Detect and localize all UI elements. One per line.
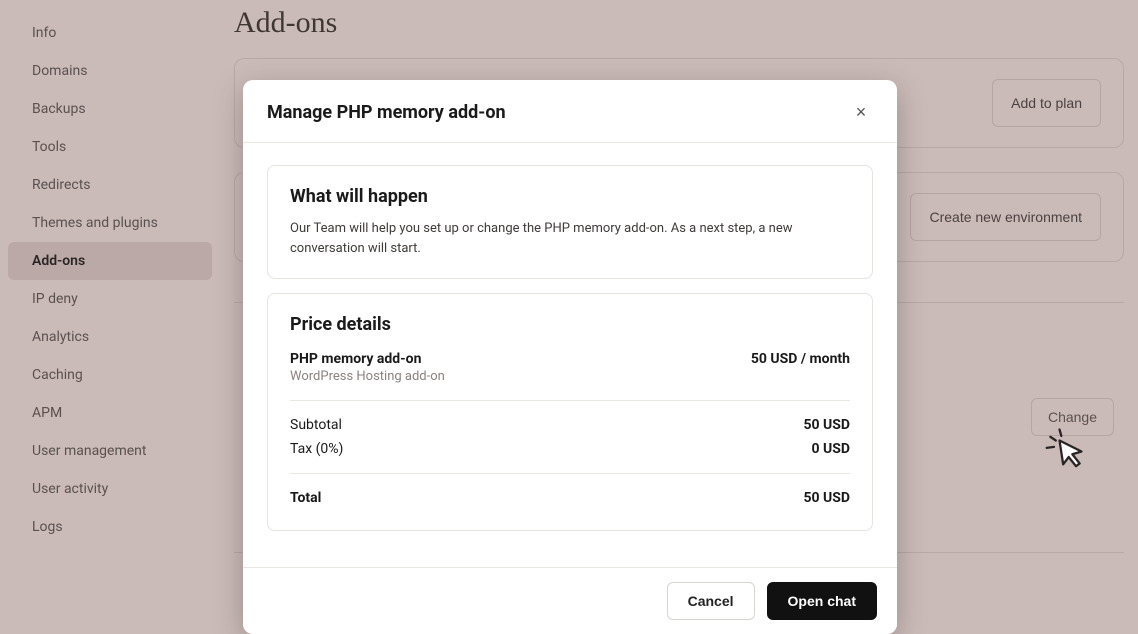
create-env-button[interactable]: Create new environment (910, 193, 1101, 241)
sidebar-item-analytics[interactable]: Analytics (8, 318, 212, 356)
price-item-name: PHP memory add-on (290, 351, 445, 367)
price-details-title: Price details (290, 314, 850, 335)
sidebar-item-redirects[interactable]: Redirects (8, 166, 212, 204)
manage-addon-modal: Manage PHP memory add-on × What will hap… (243, 80, 897, 634)
sidebar-item-themes-plugins[interactable]: Themes and plugins (8, 204, 212, 242)
sidebar-item-backups[interactable]: Backups (8, 90, 212, 128)
cursor-click-icon (1043, 424, 1087, 468)
tax-row: Tax (0%) 0 USD (290, 437, 850, 461)
sidebar-item-domains[interactable]: Domains (8, 52, 212, 90)
open-chat-button[interactable]: Open chat (767, 582, 877, 620)
total-label: Total (290, 490, 321, 506)
sidebar-item-info[interactable]: Info (8, 14, 212, 52)
sidebar-item-caching[interactable]: Caching (8, 356, 212, 394)
what-will-happen-title: What will happen (290, 186, 850, 207)
subtotal-value: 50 USD (804, 417, 851, 433)
total-row: Total 50 USD (290, 486, 850, 510)
price-item-value: 50 USD / month (751, 351, 850, 367)
price-divider-1 (290, 400, 850, 401)
price-divider-2 (290, 473, 850, 474)
sidebar-item-tools[interactable]: Tools (8, 128, 212, 166)
add-to-plan-button[interactable]: Add to plan (992, 79, 1101, 127)
total-value: 50 USD (804, 490, 851, 506)
modal-body: What will happen Our Team will help you … (243, 143, 897, 567)
sidebar-item-logs[interactable]: Logs (8, 508, 212, 546)
modal-title: Manage PHP memory add-on (267, 102, 506, 123)
price-item-row: PHP memory add-on WordPress Hosting add-… (290, 347, 850, 388)
modal-footer: Cancel Open chat (243, 567, 897, 634)
what-will-happen-card: What will happen Our Team will help you … (267, 165, 873, 279)
sidebar: Info Domains Backups Tools Redirects The… (0, 0, 220, 634)
sidebar-item-user-activity[interactable]: User activity (8, 470, 212, 508)
subtotal-row: Subtotal 50 USD (290, 413, 850, 437)
tax-value: 0 USD (812, 441, 850, 457)
sidebar-item-ip-deny[interactable]: IP deny (8, 280, 212, 318)
what-will-happen-desc: Our Team will help you set up or change … (290, 219, 850, 258)
sidebar-item-apm[interactable]: APM (8, 394, 212, 432)
modal-header: Manage PHP memory add-on × (243, 80, 897, 143)
price-details-card: Price details PHP memory add-on WordPres… (267, 293, 873, 531)
sidebar-item-user-management[interactable]: User management (8, 432, 212, 470)
subtotal-label: Subtotal (290, 417, 342, 433)
close-icon: × (856, 102, 867, 122)
page-title: Add-ons (234, 0, 1124, 58)
price-item-sub: WordPress Hosting add-on (290, 369, 445, 384)
change-block: Change (1031, 398, 1114, 436)
modal-close-button[interactable]: × (849, 100, 873, 124)
sidebar-item-addons[interactable]: Add-ons (8, 242, 212, 280)
tax-label: Tax (0%) (290, 441, 343, 457)
cancel-button[interactable]: Cancel (667, 582, 755, 620)
